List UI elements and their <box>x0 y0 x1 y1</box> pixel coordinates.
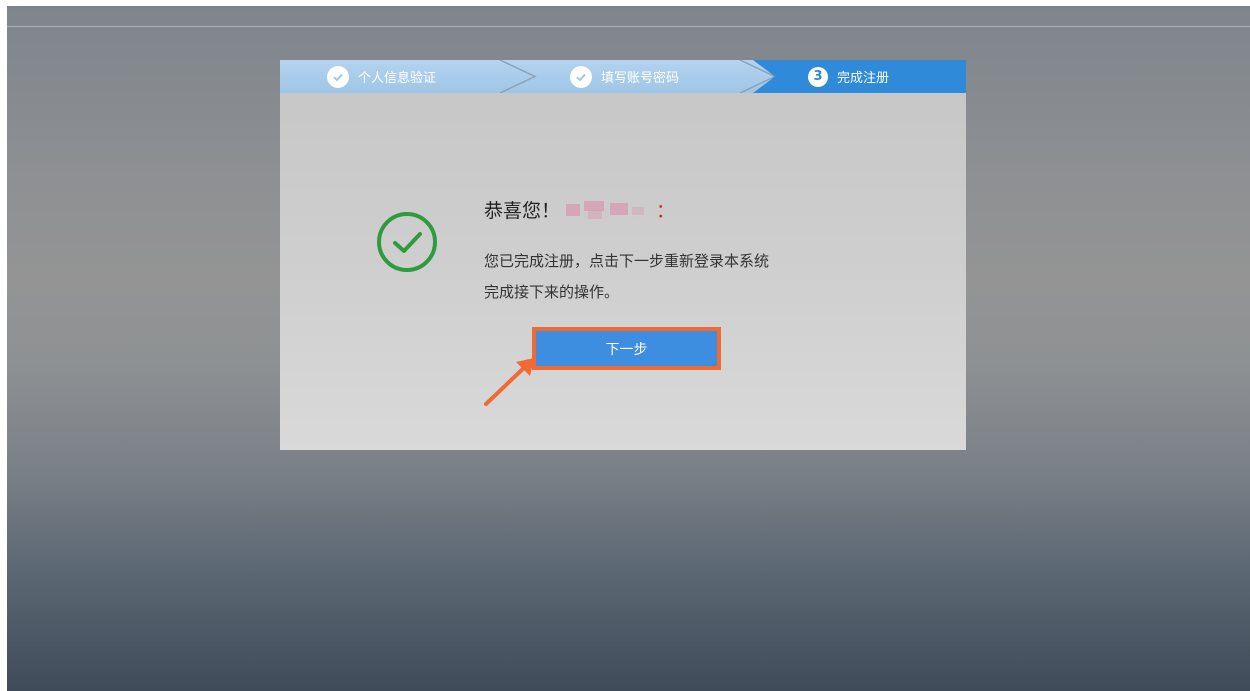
redacted-username <box>566 200 645 219</box>
step-label: 填写账号密码 <box>601 71 680 86</box>
check-icon <box>327 65 349 88</box>
step-label: 完成注册 <box>837 71 890 86</box>
message-line-1: 您已完成注册，点击下一步重新登录本系统 <box>484 252 770 270</box>
next-step-button[interactable]: 下一步 <box>532 327 721 370</box>
colon-text: ： <box>656 200 676 222</box>
step-account-password: 填写账号密码 <box>570 60 679 93</box>
step-label: 个人信息验证 <box>358 71 437 86</box>
header-divider <box>7 26 1250 27</box>
message-line-2: 完成接下来的操作。 <box>484 283 620 301</box>
annotation-arrow-icon <box>484 358 534 406</box>
circle-check-icon <box>377 212 437 272</box>
check-icon <box>570 65 592 88</box>
step-number: 3 <box>808 66 828 87</box>
step-separator-icon <box>499 60 537 93</box>
step-progress-bar: 个人信息验证 填写账号密码 3 完成注册 <box>280 60 966 93</box>
page-background: 个人信息验证 填写账号密码 3 完成注册 恭喜您！ ： 您已完成注册，点击下一步… <box>7 6 1250 691</box>
greeting-text: 恭喜您！ <box>484 200 561 222</box>
registration-panel: 个人信息验证 填写账号密码 3 完成注册 恭喜您！ ： 您已完成注册，点击下一步… <box>280 60 966 450</box>
congrats-heading: 恭喜您！ ： <box>484 196 675 223</box>
step-personal-info: 个人信息验证 <box>327 60 436 93</box>
step-complete-registration: 3 完成注册 <box>753 60 966 93</box>
